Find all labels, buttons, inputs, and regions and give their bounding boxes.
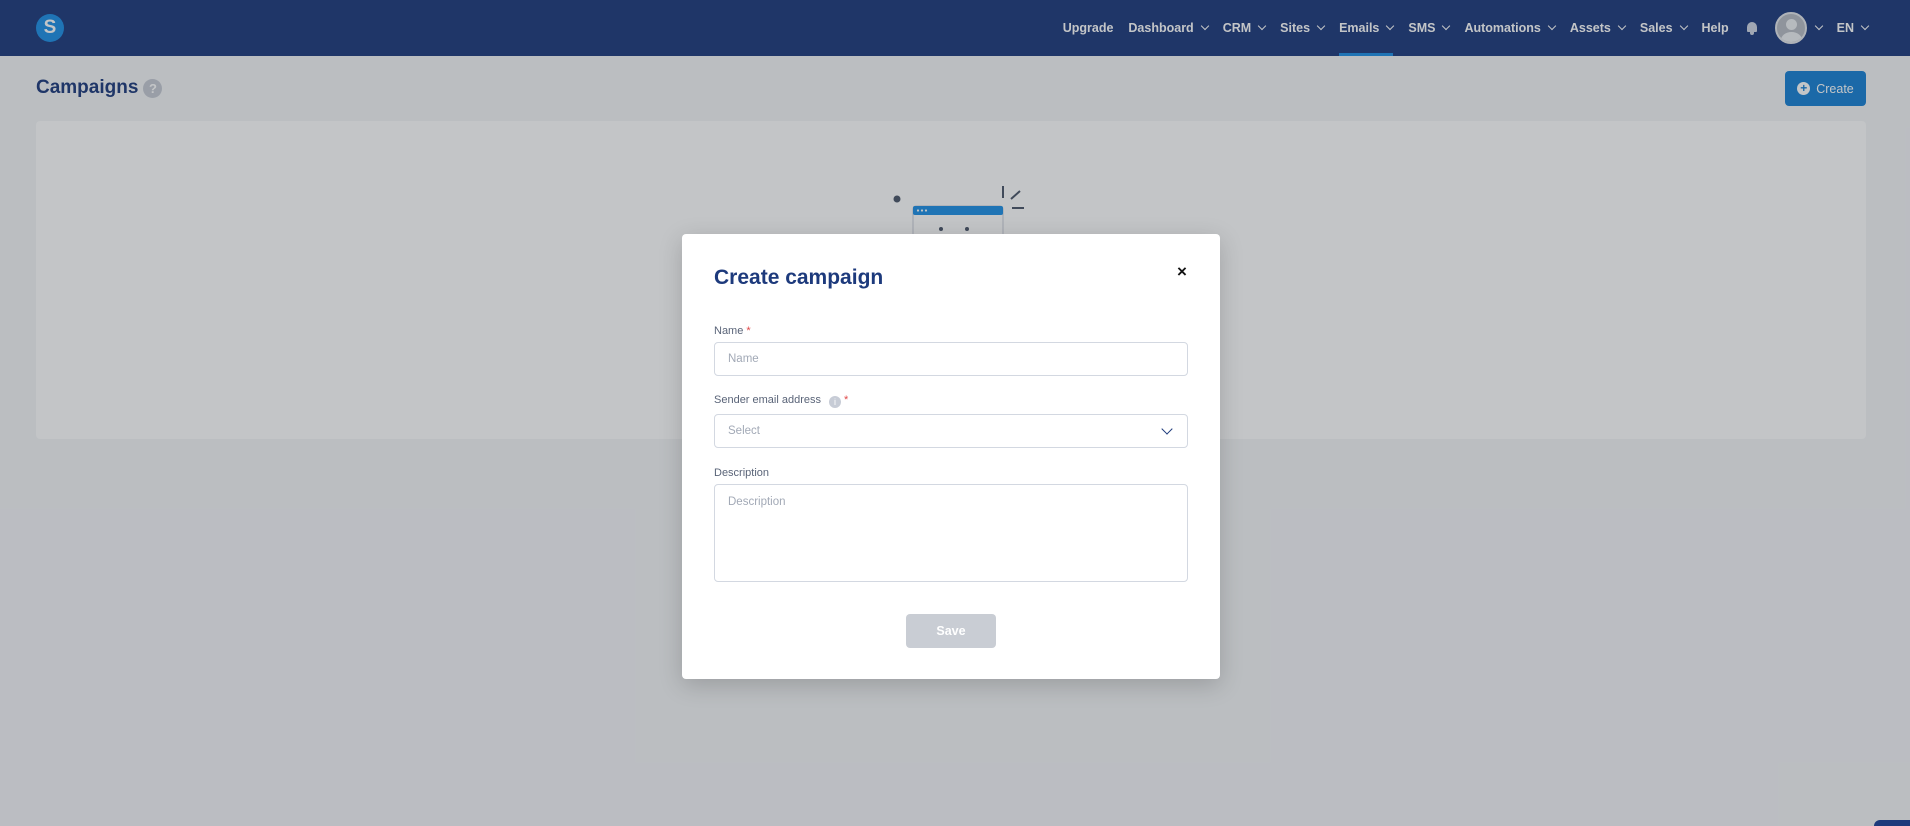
name-input[interactable] <box>714 342 1188 376</box>
sender-label-text: Sender email address <box>714 394 822 406</box>
name-label-text: Name <box>714 325 744 337</box>
create-campaign-modal: Create campaign × Name* Sender email add… <box>682 234 1220 679</box>
sender-email-select[interactable]: Select <box>714 414 1188 448</box>
chevron-down-icon <box>1161 423 1173 435</box>
modal-title: Create campaign <box>714 266 884 289</box>
description-textarea[interactable] <box>714 484 1188 582</box>
required-mark: * <box>844 394 849 406</box>
name-field-label: Name * <box>714 325 751 337</box>
required-mark: * <box>746 325 751 337</box>
corner-widget[interactable] <box>1874 820 1910 826</box>
description-label-text: Description <box>714 467 770 479</box>
info-icon[interactable]: i <box>829 396 842 408</box>
close-icon[interactable]: × <box>1174 263 1190 280</box>
sender-select-value: Select <box>728 425 760 437</box>
save-button[interactable]: Save <box>906 614 996 648</box>
description-field-label: Description <box>714 467 769 479</box>
sender-field-label: Sender email address i * <box>714 394 848 408</box>
